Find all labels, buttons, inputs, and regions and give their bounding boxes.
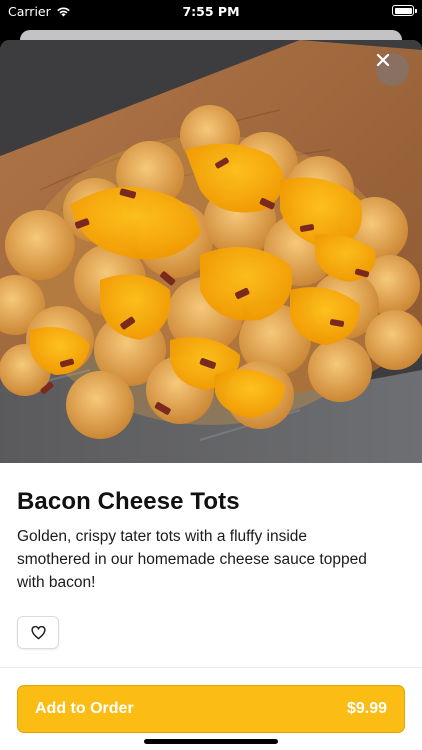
home-indicator — [144, 739, 278, 744]
battery-icon — [392, 5, 417, 16]
add-to-order-label: Add to Order — [35, 700, 134, 717]
item-price: $9.99 — [346, 700, 387, 717]
favorite-button[interactable] — [17, 616, 59, 649]
item-title: Bacon Cheese Tots — [17, 488, 240, 515]
heart-icon — [30, 625, 46, 639]
close-button[interactable] — [376, 53, 409, 86]
item-description: Golden, crispy tater tots with a fluffy … — [17, 528, 367, 591]
item-image — [0, 40, 422, 463]
item-detail-sheet: Bacon Cheese Tots Golden, crispy tater t… — [0, 40, 422, 750]
food-photo — [0, 40, 422, 463]
status-bar: Carrier 7:55 PM — [0, 0, 422, 24]
divider — [0, 667, 422, 668]
add-to-order-button[interactable]: Add to Order $9.99 — [17, 685, 405, 733]
status-time: 7:55 PM — [182, 4, 240, 19]
close-icon — [376, 53, 390, 67]
